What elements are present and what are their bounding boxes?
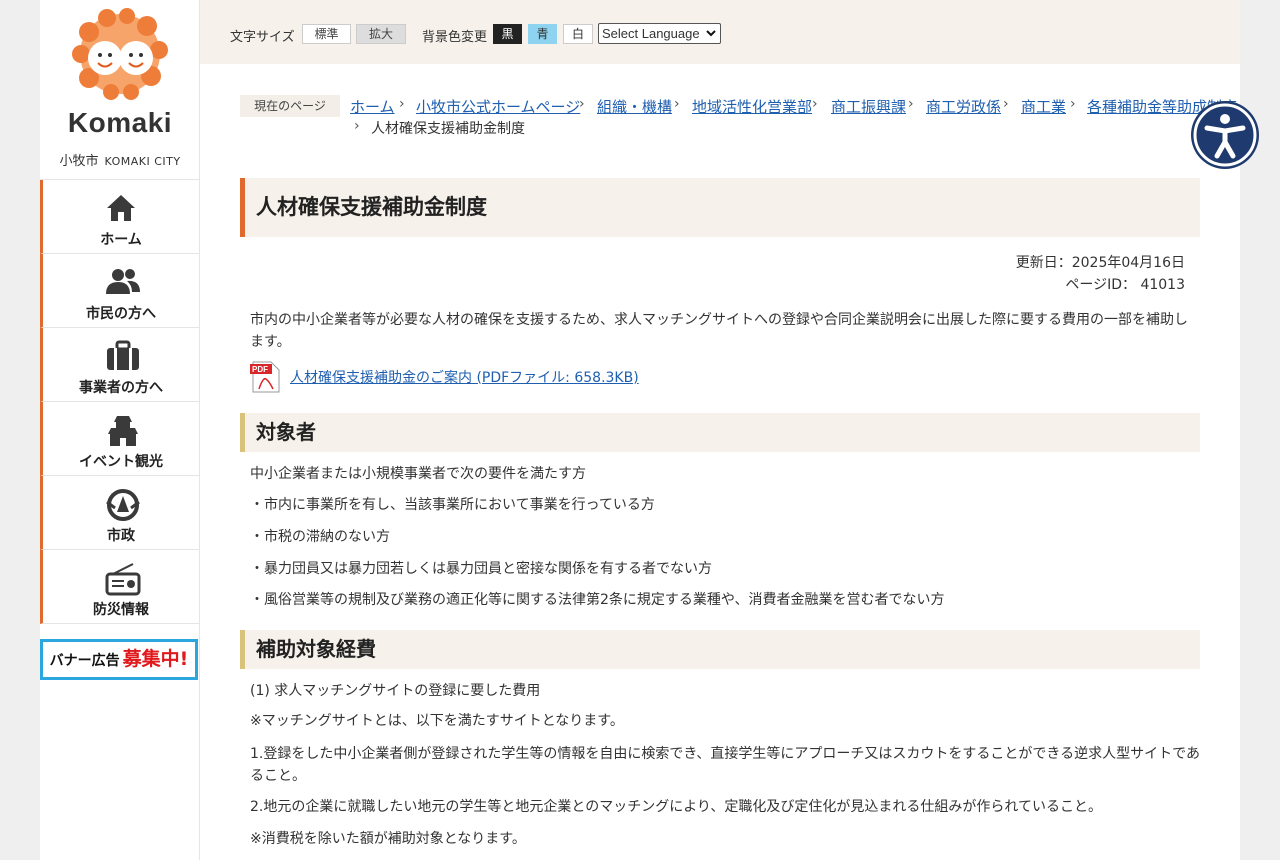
bg-color-label: 背景色変更 bbox=[422, 30, 488, 45]
page-id: ページID： 41013 bbox=[1065, 277, 1185, 293]
breadcrumb-current-page-tag: 現在のページ bbox=[240, 95, 340, 117]
home-icon bbox=[107, 195, 135, 221]
pdf-guide-link[interactable]: 人材確保支援補助金のご案内 (PDFファイル: 658.3KB) bbox=[290, 367, 639, 387]
citizens-icon bbox=[106, 269, 140, 294]
page: Komaki 小牧市 KOMAKI CITY ホーム 市民の方へ 事業者の方へ イ… bbox=[40, 0, 1240, 860]
breadcrumb-link-commerce[interactable]: 商工業 bbox=[1021, 96, 1066, 117]
nav-citizens[interactable]: 市民の方へ bbox=[40, 254, 199, 328]
language-select[interactable]: Select Language bbox=[598, 23, 721, 44]
page-title: 人材確保支援補助金制度 bbox=[240, 178, 1200, 237]
eligibility-line: ・市税の滞納のない方 bbox=[250, 529, 390, 545]
bg-white-button[interactable]: 白 bbox=[563, 24, 593, 44]
breadcrumb-link-official-site[interactable]: 小牧市公式ホームページ bbox=[416, 96, 580, 117]
accessibility-icon[interactable] bbox=[1190, 100, 1260, 170]
page-meta: 更新日：2025年04月16日 ページID： 41013 bbox=[1016, 252, 1185, 296]
breadcrumb-separator-icon: › bbox=[908, 96, 914, 112]
briefcase-icon bbox=[107, 340, 139, 370]
breadcrumb-separator-icon: › bbox=[579, 96, 585, 112]
language-select-value: Select Language bbox=[602, 26, 700, 41]
bg-black-button[interactable]: 黒 bbox=[493, 24, 522, 44]
nav-events-tourism[interactable]: イベント観光 bbox=[40, 402, 199, 476]
section-heading-eligible-expenses: 補助対象経費 bbox=[240, 630, 1200, 669]
banner-text-b: 募集中! bbox=[122, 648, 189, 670]
expenses-line: (1) 求人マッチングサイトの登録に要した費用 bbox=[250, 683, 541, 699]
svg-text:PDF: PDF bbox=[252, 365, 268, 374]
font-size-label: 文字サイズ bbox=[230, 30, 295, 45]
city-name-ja: 小牧市 bbox=[59, 154, 99, 169]
nav-business-label: 事業者の方へ bbox=[79, 380, 163, 396]
intro-text: 市内の中小企業者等が必要な人材の確保を支援するため、求人マッチングサイトへの登録… bbox=[250, 312, 1188, 350]
breadcrumb-link-labor-section[interactable]: 商工労政係 bbox=[926, 96, 1001, 117]
nav-disaster-info-label: 防災情報 bbox=[93, 602, 149, 618]
site-logo[interactable]: Komaki 小牧市 KOMAKI CITY bbox=[40, 0, 199, 180]
nav-home-label: ホーム bbox=[100, 232, 142, 248]
banner-text-a: バナー広告 bbox=[49, 653, 120, 669]
eligibility-line: ・風俗営業等の規制及び業務の適正化等に関する法律第2条に規定する業種や、消費者金… bbox=[250, 592, 945, 608]
expenses-line: 2.地元の企業に就職したい地元の学生等と地元企業とのマッチングにより、定職化及び… bbox=[250, 799, 1102, 815]
castle-icon bbox=[108, 416, 138, 446]
eligibility-line: 中小企業者または小規模事業者で次の要件を満たす方 bbox=[250, 466, 586, 482]
breadcrumb-current: 人材確保支援補助金制度 bbox=[371, 121, 525, 137]
city-emblem-icon bbox=[106, 489, 140, 521]
logo-wordmark: Komaki bbox=[67, 107, 173, 138]
nav-business[interactable]: 事業者の方へ bbox=[40, 328, 199, 402]
eligibility-line: ・暴力団員又は暴力団若しくは暴力団員と密接な関係を有する者でない方 bbox=[250, 561, 712, 577]
radio-icon bbox=[105, 563, 141, 596]
breadcrumb-separator-icon: › bbox=[674, 96, 680, 112]
accessibility-toolbar: 文字サイズ 標準 拡大 背景色変更 黒 青 白 Select Language bbox=[200, 0, 1240, 64]
nav-city-government[interactable]: 市政 bbox=[40, 476, 199, 550]
nav-events-tourism-label: イベント観光 bbox=[79, 454, 163, 470]
nav-city-government-label: 市政 bbox=[107, 528, 135, 544]
sidebar: Komaki 小牧市 KOMAKI CITY ホーム 市民の方へ 事業者の方へ イ… bbox=[40, 0, 200, 860]
breadcrumb-link-regional-department[interactable]: 地域活性化営業部 bbox=[692, 96, 812, 117]
breadcrumb-link-commerce-division[interactable]: 商工振興課 bbox=[831, 96, 906, 117]
breadcrumb-separator-icon: › bbox=[1003, 96, 1009, 112]
font-size-large-button[interactable]: 拡大 bbox=[356, 24, 406, 44]
breadcrumb-separator-icon: › bbox=[399, 96, 405, 112]
bg-blue-button[interactable]: 青 bbox=[528, 24, 557, 44]
expenses-line: ※消費税を除いた額が補助対象となります。 bbox=[250, 831, 526, 847]
city-name-en: KOMAKI CITY bbox=[104, 155, 181, 168]
banner-ad-recruiting[interactable]: バナー広告 募集中! bbox=[40, 639, 198, 680]
breadcrumb-link-organization[interactable]: 組織・機構 bbox=[597, 96, 672, 117]
section-heading-eligibility: 対象者 bbox=[240, 413, 1200, 452]
expenses-line: ※マッチングサイトとは、以下を満たすサイトとなります。 bbox=[250, 713, 624, 729]
nav-home[interactable]: ホーム bbox=[40, 180, 199, 254]
breadcrumb-separator-icon: › bbox=[812, 96, 818, 112]
nav-citizens-label: 市民の方へ bbox=[86, 306, 156, 322]
updated-date: 更新日：2025年04月16日 bbox=[1015, 255, 1185, 271]
breadcrumb-link-home[interactable]: ホーム bbox=[350, 96, 395, 117]
chevron-down-icon bbox=[706, 30, 716, 37]
eligibility-line: ・市内に事業所を有し、当該事業所において事業を行っている方 bbox=[250, 497, 655, 513]
komaki-faces-logo-icon bbox=[72, 8, 168, 100]
breadcrumb-separator-icon: › bbox=[354, 118, 360, 134]
nav-disaster-info[interactable]: 防災情報 bbox=[40, 550, 199, 624]
font-size-standard-button[interactable]: 標準 bbox=[302, 24, 351, 44]
pdf-file-icon: PDF bbox=[250, 361, 280, 393]
breadcrumb-separator-icon: › bbox=[1070, 96, 1076, 112]
logo-city-name: 小牧市 KOMAKI CITY bbox=[40, 150, 200, 169]
expenses-line: 1.登録をした中小企業者側が登録された学生等の情報を自由に検索でき、直接学生等に… bbox=[250, 746, 1200, 784]
